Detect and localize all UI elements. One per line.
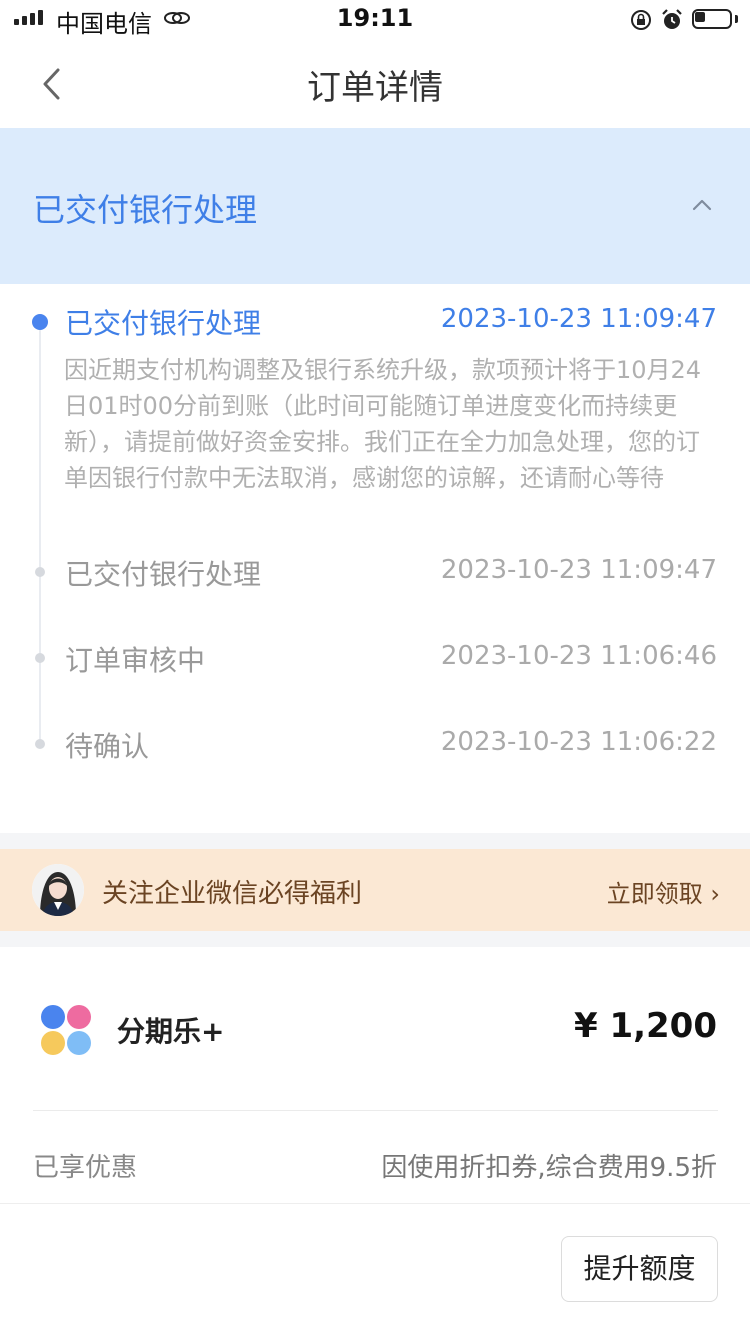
alarm-icon [662, 9, 682, 29]
chevron-up-icon[interactable] [689, 196, 715, 214]
promo-claim-link[interactable]: 立即领取 › [607, 874, 720, 909]
discount-value: 因使用折扣券,综合费用9.5折 [381, 1153, 717, 1183]
timeline-event-description: 因近期支付机构调整及银行系统升级，款项预计将于10月24日01时00分前到账（此… [64, 356, 702, 492]
product-name: 分期乐+ [117, 1015, 225, 1048]
timeline-event-title: 已交付银行处理 [65, 307, 262, 340]
timeline-dot-active [32, 314, 48, 330]
lock-rotation-icon [631, 10, 651, 30]
timeline-event-time: 2023-10-23 11:09:47 [440, 304, 717, 334]
battery-level [695, 12, 705, 22]
battery-cap [735, 15, 738, 23]
avatar [32, 864, 84, 916]
timeline-event-title: 待确认 [65, 730, 150, 763]
timeline-event-title: 已交付银行处理 [65, 558, 262, 591]
raise-limit-button[interactable]: 提升额度 [561, 1236, 718, 1302]
timeline-dot [35, 567, 45, 577]
discount-label: 已享优惠 [33, 1153, 138, 1183]
timeline-dot [35, 739, 45, 749]
timeline-dot [35, 653, 45, 663]
timeline-event-title: 订单审核中 [65, 644, 206, 677]
timeline-event-time: 2023-10-23 11:09:47 [440, 555, 717, 585]
timeline-event-time: 2023-10-23 11:06:22 [440, 727, 717, 757]
divider [0, 1203, 750, 1204]
product-logo [41, 1005, 91, 1055]
section-gap [0, 833, 750, 849]
timeline-event-time: 2023-10-23 11:06:46 [440, 641, 717, 671]
divider [33, 1110, 718, 1111]
section-gap [0, 931, 750, 947]
product-price: ¥ 1,200 [573, 1006, 717, 1046]
promo-text: 关注企业微信必得福利 [102, 879, 363, 909]
page-title: 订单详情 [307, 68, 443, 108]
timeline-line [39, 322, 41, 744]
status-banner-title: 已交付银行处理 [33, 191, 258, 229]
